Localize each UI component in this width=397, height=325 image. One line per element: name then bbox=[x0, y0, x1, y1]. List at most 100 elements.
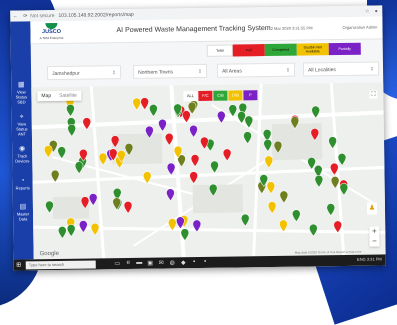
store-icon[interactable]: ▣ bbox=[145, 260, 156, 267]
app-icon[interactable]: ▪ bbox=[200, 259, 211, 266]
bin-marker-icon[interactable] bbox=[164, 132, 174, 146]
bin-marker-icon[interactable] bbox=[309, 223, 318, 237]
bin-marker-icon[interactable] bbox=[66, 224, 76, 237]
legend-dustbin-not-available[interactable]: Dustbin Not Available bbox=[296, 43, 329, 56]
bin-marker-icon[interactable] bbox=[266, 181, 276, 195]
jusco-logo: JUSCO A TATA Enterprise bbox=[38, 22, 64, 41]
area-select[interactable]: All Areas ⇕ bbox=[216, 62, 296, 78]
bin-marker-icon[interactable] bbox=[222, 148, 232, 162]
bin-marker-icon[interactable] bbox=[79, 220, 88, 233]
city-select[interactable]: Jamshedpur ⇕ bbox=[46, 65, 122, 81]
filter-bar: Jamshedpur ⇕ Northern Towns ⇕ All Areas … bbox=[31, 61, 383, 82]
bin-marker-icon[interactable] bbox=[43, 145, 53, 158]
bin-marker-icon[interactable] bbox=[292, 209, 301, 223]
bin-marker-icon[interactable] bbox=[267, 201, 277, 214]
chevron-down-icon: ⇕ bbox=[197, 68, 203, 75]
filter-dustbin-button[interactable]: D/B bbox=[228, 90, 243, 101]
app-window: ← ⟳ Not secure 103.105.148.92:2002/repor… bbox=[10, 5, 386, 271]
locality-value: All Localities bbox=[308, 67, 336, 74]
bin-marker-icon[interactable] bbox=[264, 155, 274, 169]
profile-icon[interactable]: ● bbox=[373, 8, 379, 14]
taskbar-apps: ▭ e ▬ ▣ ✉ ◍ ◆ ▪ ▪ bbox=[112, 259, 211, 267]
sidebar-item-view-status-ant[interactable]: ⌖ View Status ANT bbox=[12, 113, 32, 136]
bin-marker-icon[interactable] bbox=[58, 226, 67, 239]
bin-marker-icon[interactable] bbox=[189, 171, 198, 184]
bin-marker-icon[interactable] bbox=[243, 131, 252, 145]
map-canvas[interactable] bbox=[31, 82, 386, 259]
status-legend: Total Full Completed Dustbin Not Availab… bbox=[206, 42, 361, 57]
bin-marker-icon[interactable] bbox=[190, 154, 200, 167]
system-tray[interactable]: ENG 3:31 PM bbox=[357, 256, 382, 261]
bin-marker-icon[interactable] bbox=[123, 201, 133, 214]
track-icon: ◉ bbox=[19, 145, 26, 153]
bin-marker-icon[interactable] bbox=[210, 160, 219, 174]
grid-icon: ▦ bbox=[17, 81, 25, 89]
bin-marker-icon[interactable] bbox=[132, 97, 141, 111]
taskbar-search-input[interactable]: Type here to search bbox=[25, 259, 96, 269]
refresh-icon[interactable]: ⟳ bbox=[22, 13, 28, 19]
sidebar-item-reports[interactable]: ◔ Reports bbox=[13, 177, 33, 190]
tab-satellite[interactable]: Satellite bbox=[55, 91, 81, 101]
bin-marker-icon[interactable] bbox=[158, 118, 167, 132]
legend-full[interactable]: Full bbox=[232, 44, 265, 57]
chrome-icon[interactable]: ◍ bbox=[167, 259, 178, 266]
tab-map[interactable]: Map bbox=[37, 91, 55, 101]
back-icon[interactable]: ← bbox=[12, 13, 18, 19]
google-logo: Google bbox=[39, 250, 60, 258]
bin-marker-icon[interactable] bbox=[82, 117, 92, 131]
bin-marker-icon[interactable] bbox=[74, 161, 84, 175]
map-view[interactable]: Map Satellite ALL F/C C/B D/B P ⛶ ♟ + − … bbox=[31, 82, 386, 260]
legend-total[interactable]: Total bbox=[206, 44, 233, 57]
task-view-icon[interactable]: ▭ bbox=[112, 260, 123, 267]
bin-marker-icon[interactable] bbox=[339, 182, 349, 196]
sidebar-item-label: Master Data bbox=[16, 211, 30, 222]
organization-menu[interactable]: Organization Admin bbox=[342, 24, 377, 29]
locality-select[interactable]: All Localities ⇕ bbox=[302, 61, 380, 77]
bin-marker-icon[interactable] bbox=[240, 213, 250, 227]
bin-marker-icon[interactable] bbox=[149, 104, 158, 117]
bin-marker-icon[interactable] bbox=[314, 174, 324, 188]
pin-icon: ⌖ bbox=[19, 113, 24, 121]
bin-marker-icon[interactable] bbox=[90, 223, 100, 236]
chevron-down-icon: ⇕ bbox=[285, 67, 291, 74]
bin-marker-icon[interactable] bbox=[326, 203, 336, 216]
bin-marker-icon[interactable] bbox=[57, 146, 66, 159]
bin-marker-icon[interactable] bbox=[189, 125, 198, 138]
filter-all-button[interactable]: ALL bbox=[183, 91, 198, 102]
filter-partial-button[interactable]: P bbox=[243, 90, 258, 101]
filter-completed-button[interactable]: C/B bbox=[213, 90, 228, 101]
zoom-out-icon[interactable]: − bbox=[369, 236, 379, 246]
sidebar-item-track-devices[interactable]: ◉ Track Devices bbox=[12, 145, 32, 163]
filter-full-button[interactable]: F/C bbox=[198, 90, 213, 101]
zoom-in-icon[interactable]: + bbox=[369, 226, 379, 236]
edge-icon[interactable]: e bbox=[123, 260, 134, 267]
bin-marker-icon[interactable] bbox=[337, 153, 347, 166]
security-label: Not secure bbox=[30, 12, 55, 19]
windows-start-icon[interactable]: ⊞ bbox=[14, 261, 24, 268]
bin-marker-icon[interactable] bbox=[200, 136, 209, 150]
app-header: JUSCO A TATA Enterprise AI Powered Waste… bbox=[30, 16, 383, 45]
bin-marker-icon[interactable] bbox=[263, 139, 272, 152]
bin-marker-icon[interactable] bbox=[67, 123, 76, 137]
star-icon[interactable]: ☆ bbox=[364, 8, 370, 14]
bin-marker-icon[interactable] bbox=[166, 188, 175, 202]
bin-marker-icon[interactable] bbox=[98, 152, 108, 166]
street-view-icon[interactable]: ♟ bbox=[366, 202, 378, 215]
fullscreen-icon[interactable]: ⛶ bbox=[369, 90, 378, 99]
sidebar-item-view-status-sbd[interactable]: ▦ View Status SBD bbox=[11, 81, 31, 104]
marker-filter-buttons: ALL F/C C/B D/B P bbox=[183, 90, 258, 102]
file-explorer-icon[interactable]: ▬ bbox=[134, 260, 145, 267]
bin-marker-icon[interactable] bbox=[66, 104, 75, 117]
bin-marker-icon[interactable] bbox=[166, 162, 176, 176]
app-icon[interactable]: ◆ bbox=[178, 259, 189, 266]
bin-marker-icon[interactable] bbox=[45, 200, 54, 214]
bin-marker-icon[interactable] bbox=[140, 97, 149, 111]
zone-select[interactable]: Northern Towns ⇕ bbox=[132, 63, 208, 79]
bin-marker-icon[interactable] bbox=[279, 190, 289, 204]
mail-icon[interactable]: ✉ bbox=[156, 259, 167, 266]
legend-partially[interactable]: Partially bbox=[328, 42, 361, 56]
legend-completed[interactable]: Completed bbox=[264, 43, 297, 57]
bin-marker-icon[interactable] bbox=[88, 193, 98, 206]
app-icon[interactable]: ▪ bbox=[189, 259, 200, 266]
sidebar-item-master-data[interactable]: ▤ Master Data bbox=[13, 203, 33, 221]
